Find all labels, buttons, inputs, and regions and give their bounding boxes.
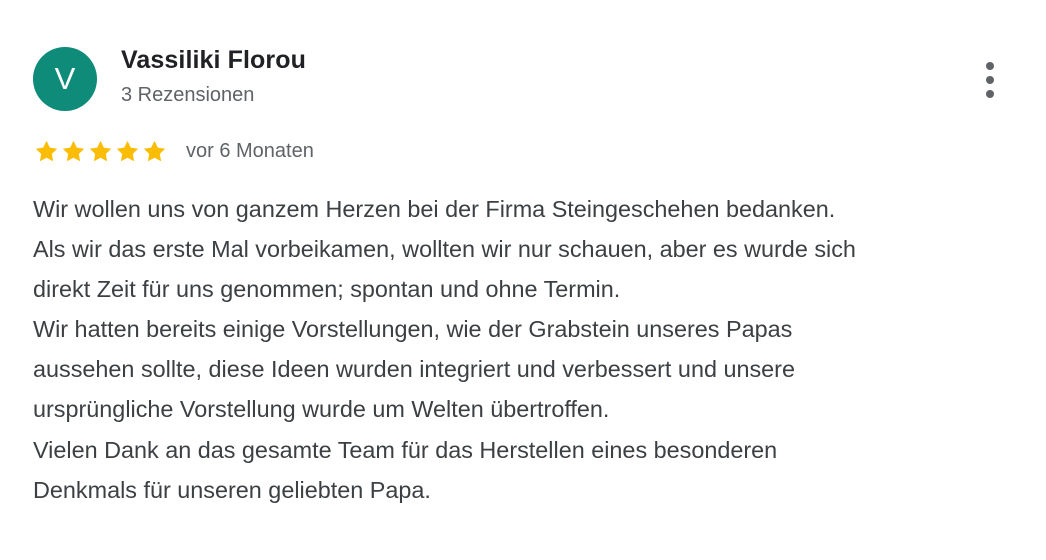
review-text-line: ursprüngliche Vorstellung wurde um Welte… xyxy=(33,396,610,423)
more-options-button[interactable] xyxy=(972,58,1008,102)
review-text-line: Denkmals für unseren geliebten Papa. xyxy=(33,476,431,503)
review-text-line: direkt Zeit für uns genommen; spontan un… xyxy=(33,276,621,303)
avatar[interactable]: V xyxy=(33,47,97,111)
review-date: vor 6 Monaten xyxy=(186,140,314,162)
author-name[interactable]: Vassiliki Florou xyxy=(121,46,306,75)
star-icon xyxy=(116,140,139,161)
review-text: Wir wollen uns von ganzem Herzen bei der… xyxy=(33,189,1023,510)
review-text-line: Vielen Dank an das gesamte Team für das … xyxy=(33,436,778,463)
review-text-line: Wir wollen uns von ganzem Herzen bei der… xyxy=(33,196,836,222)
review-card: V Vassiliki Florou 3 Rezensionen vor 6 M… xyxy=(0,0,1046,560)
review-text-line: Als wir das erste Mal vorbeikamen, wollt… xyxy=(33,236,856,263)
more-vert-icon xyxy=(986,62,994,98)
star-icon xyxy=(89,140,112,161)
avatar-initial: V xyxy=(54,61,76,96)
review-text-line: aussehen sollte, diese Ideen wurden inte… xyxy=(33,356,795,383)
star-icon xyxy=(62,140,85,161)
star-rating xyxy=(33,138,168,165)
rating-row: vor 6 Monaten xyxy=(33,136,314,166)
review-count[interactable]: 3 Rezensionen xyxy=(121,84,254,107)
review-text-line: Wir hatten bereits einige Vorstellungen,… xyxy=(33,316,793,343)
star-icon xyxy=(143,140,166,161)
star-icon xyxy=(35,140,58,161)
